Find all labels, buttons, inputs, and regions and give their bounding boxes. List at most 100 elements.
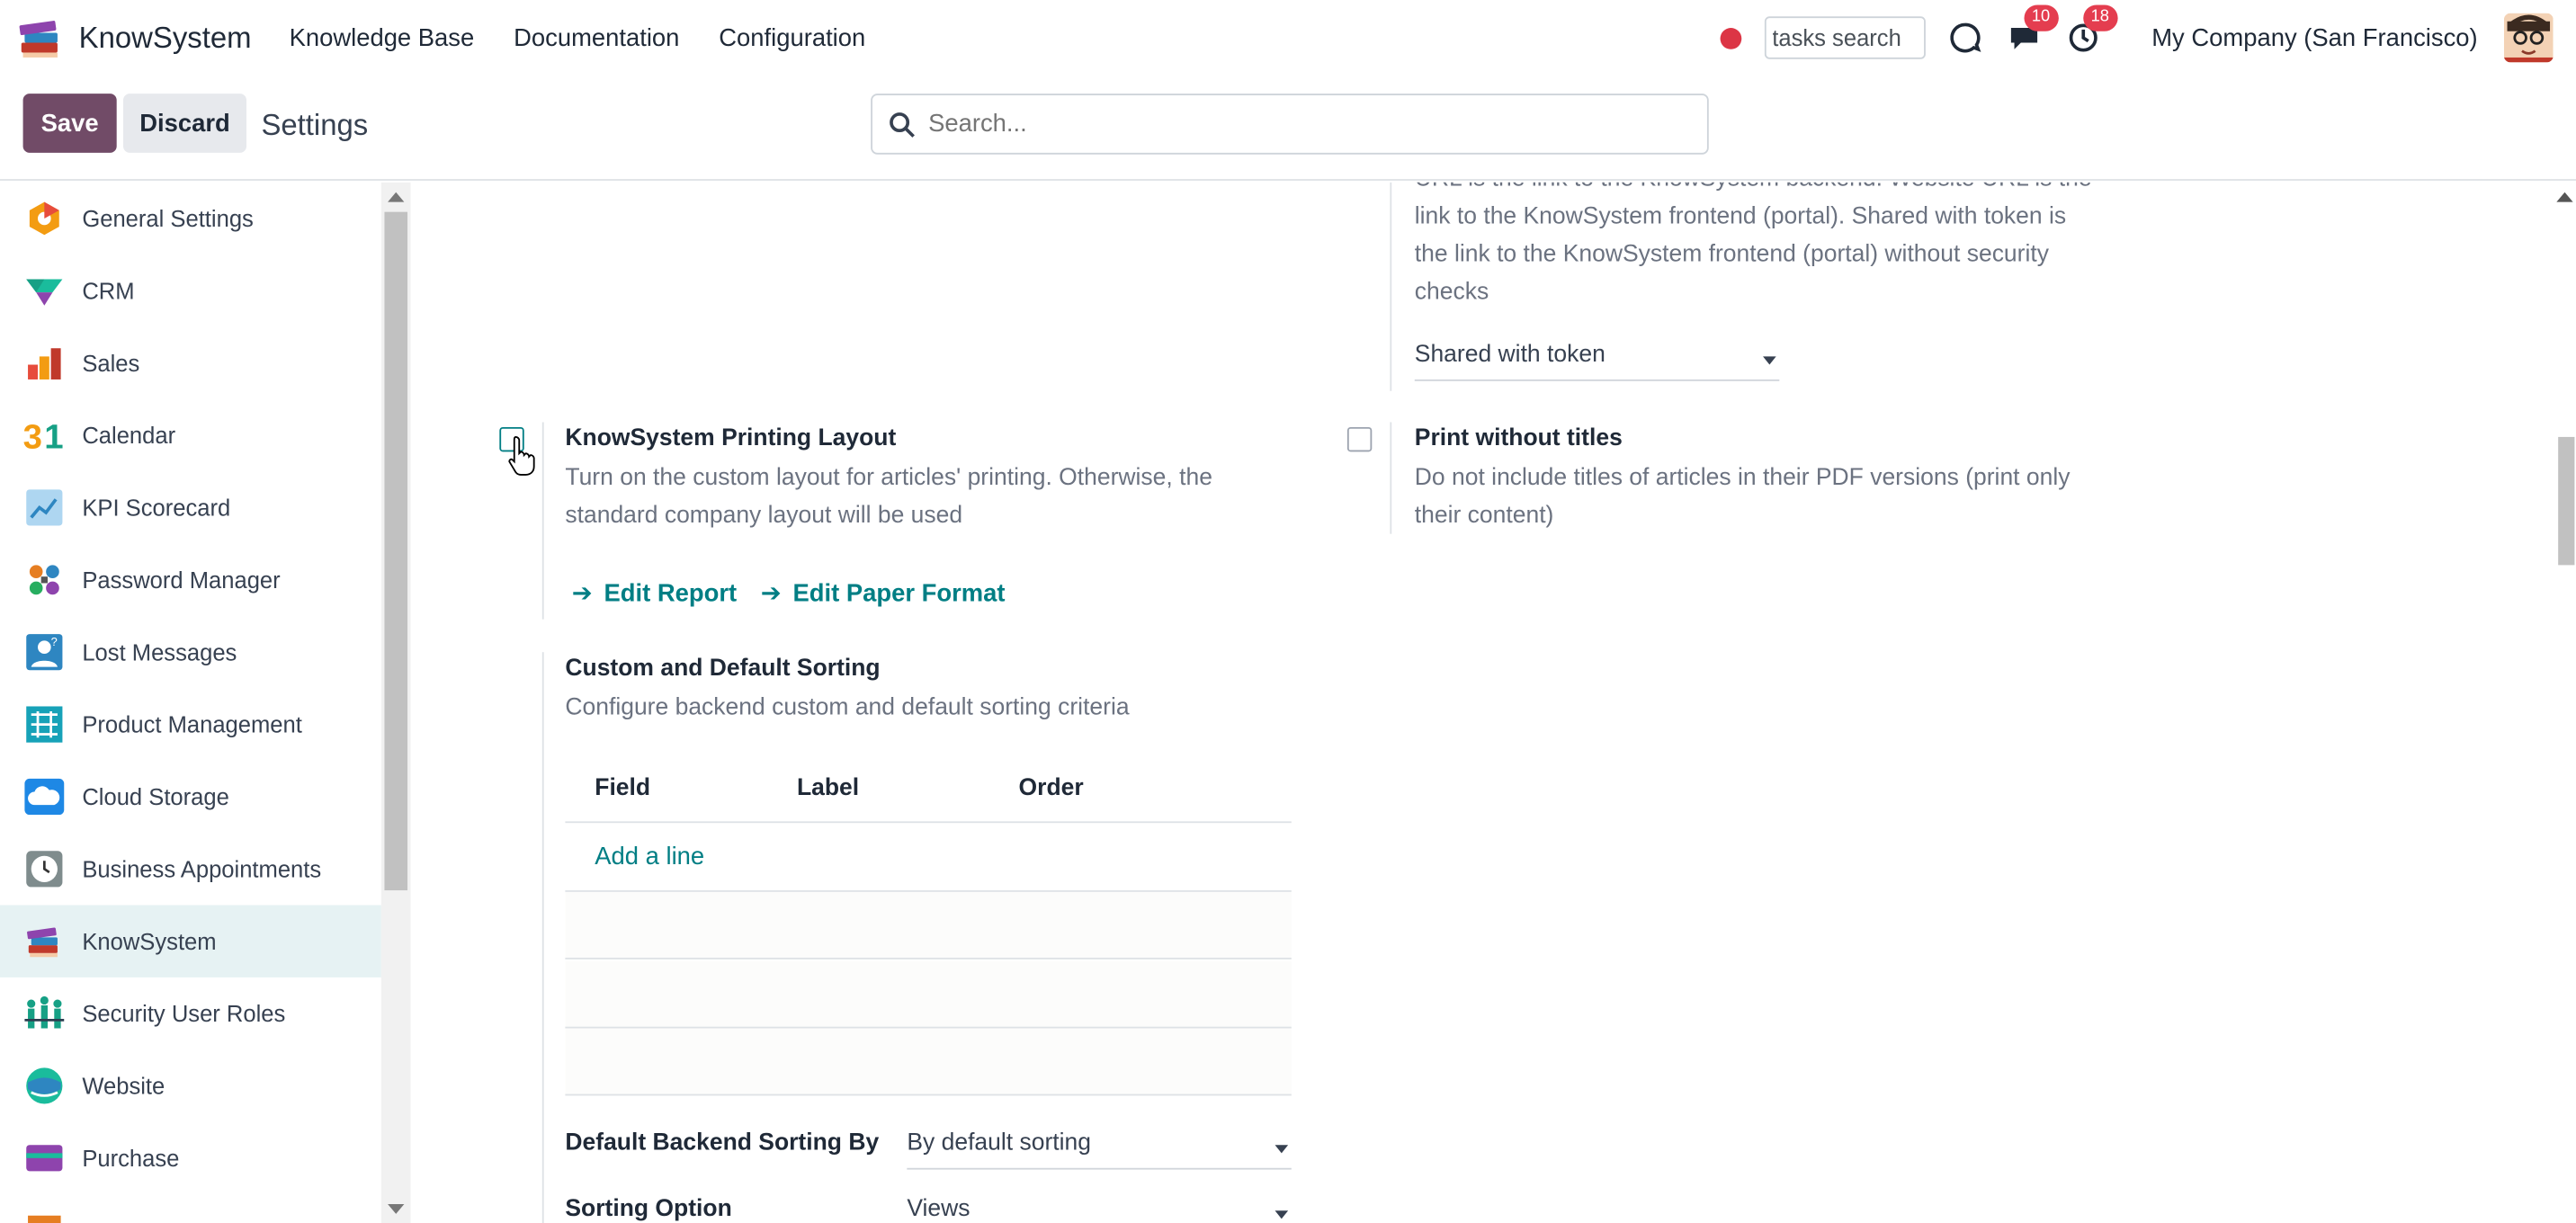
- sorting-option-select[interactable]: Views: [907, 1196, 1291, 1223]
- sidebar-item-label: KnowSystem: [82, 928, 217, 955]
- url-setting-description: URL is the link to the KnowSystem backen…: [1415, 183, 2138, 312]
- url-type-select[interactable]: Shared with token: [1414, 342, 1780, 381]
- sidebar-item-label: Cloud Storage: [82, 783, 229, 810]
- password-manager-icon: [23, 558, 66, 601]
- sidebar-item-label: Sales: [82, 350, 140, 377]
- control-panel: Save Discard Settings: [0, 76, 2576, 181]
- app-window: KnowSystem Knowledge Base Documentation …: [0, 0, 2576, 1223]
- inventory-icon: [23, 1209, 66, 1223]
- table-header-divider: [565, 821, 1292, 824]
- knowsystem-logo-icon: [19, 21, 58, 58]
- sidebar-item-password-manager[interactable]: Password Manager: [0, 544, 381, 616]
- app-name: KnowSystem: [78, 20, 252, 54]
- sorting-option-label: Sorting Option: [565, 1195, 732, 1223]
- sidebar-item-label: Purchase: [82, 1145, 180, 1172]
- print-without-titles-description: Do not include titles of articles in the…: [1415, 460, 2138, 535]
- sidebar-item-label: Website: [82, 1072, 165, 1100]
- sidebar-scrollbar[interactable]: [380, 182, 411, 1223]
- divider: [1390, 422, 1392, 534]
- sidebar-item-security-user-roles[interactable]: Security User Roles: [0, 978, 381, 1049]
- desc-line: Turn on the custom layout for articles' …: [565, 464, 1212, 492]
- company-switcher[interactable]: My Company (San Francisco): [2151, 23, 2477, 51]
- column-header-label[interactable]: Label: [797, 775, 859, 801]
- column-header-order[interactable]: Order: [1019, 775, 1084, 801]
- settings-search-box[interactable]: [871, 94, 1709, 155]
- sidebar-item-label: Lost Messages: [82, 638, 237, 665]
- sidebar-item-label: General Settings: [82, 205, 254, 232]
- discuss-icon[interactable]: [1945, 18, 1984, 58]
- sidebar-item-kpi-scorecard[interactable]: KPI Scorecard: [0, 471, 381, 543]
- svg-text:1: 1: [44, 418, 63, 453]
- sidebar-item-label: Business Appointments: [82, 855, 322, 882]
- discard-button[interactable]: Discard: [123, 94, 247, 153]
- add-line-label: Add a line: [595, 843, 705, 871]
- brand[interactable]: KnowSystem: [16, 13, 252, 63]
- sidebar-item-sales[interactable]: Sales: [0, 327, 381, 399]
- table-row: [565, 1028, 1292, 1096]
- calendar-icon: 31: [23, 414, 66, 456]
- desc-line: URL is the link to the KnowSystem backen…: [1415, 183, 2138, 199]
- recording-dot-icon[interactable]: [1719, 27, 1741, 49]
- sidebar-item-partial[interactable]: [0, 1194, 381, 1223]
- sidebar-item-product-management[interactable]: Product Management: [0, 688, 381, 760]
- sorting-description: Configure backend custom and default sor…: [565, 694, 1130, 721]
- crm-icon: [23, 270, 66, 312]
- activities-count-badge: 18: [2082, 4, 2118, 31]
- content-scroll-thumb[interactable]: [2558, 436, 2575, 566]
- menu-documentation[interactable]: Documentation: [514, 23, 679, 51]
- activities-clock-icon[interactable]: 18: [2063, 4, 2118, 58]
- sidebar-item-label: Security User Roles: [82, 1000, 286, 1027]
- sidebar-item-label: Product Management: [82, 710, 302, 738]
- default-sorting-label: Default Backend Sorting By: [565, 1129, 880, 1156]
- arrow-right-icon: ➔: [760, 579, 782, 608]
- arrow-right-icon: ➔: [571, 579, 593, 608]
- sidebar-item-crm[interactable]: CRM: [0, 254, 381, 326]
- menu-configuration[interactable]: Configuration: [719, 23, 865, 51]
- messages-count-badge: 10: [2023, 4, 2059, 31]
- menu-knowledge-base[interactable]: Knowledge Base: [290, 23, 475, 51]
- svg-text:3: 3: [23, 418, 42, 453]
- sidebar-item-calendar[interactable]: 31 Calendar: [0, 399, 381, 471]
- sidebar-item-lost-messages[interactable]: ? Lost Messages: [0, 616, 381, 688]
- chevron-down-icon: [1763, 356, 1776, 365]
- tasks-search-input[interactable]: [1764, 16, 1926, 59]
- user-avatar[interactable]: [2503, 13, 2554, 63]
- edit-report-label: Edit Report: [604, 578, 738, 607]
- table-row: [565, 891, 1292, 960]
- sidebar-scroll-thumb[interactable]: [384, 211, 408, 891]
- sidebar-item-cloud-storage[interactable]: Cloud Storage: [0, 761, 381, 833]
- messages-icon[interactable]: 10: [2004, 4, 2059, 58]
- sidebar-item-business-appointments[interactable]: Business Appointments: [0, 833, 381, 905]
- settings-search-input[interactable]: [928, 110, 1651, 138]
- page-title: Settings: [261, 108, 369, 142]
- sorting-title: Custom and Default Sorting: [565, 655, 881, 683]
- content-scrollbar[interactable]: [2553, 182, 2576, 1223]
- sidebar-item-website[interactable]: Website: [0, 1049, 381, 1121]
- sidebar-item-general-settings[interactable]: General Settings: [0, 183, 381, 254]
- scroll-up-arrow-icon[interactable]: [388, 192, 405, 202]
- print-without-titles-title: Print without titles: [1414, 425, 1623, 452]
- default-sorting-select[interactable]: By default sorting: [907, 1130, 1292, 1170]
- desc-line: their content): [1414, 502, 1554, 530]
- add-line-link[interactable]: Add a line: [595, 843, 704, 870]
- scroll-down-arrow-icon[interactable]: [388, 1203, 405, 1214]
- divider: [541, 652, 544, 1223]
- column-header-field[interactable]: Field: [595, 775, 650, 801]
- main-menu: Knowledge Base Documentation Configurati…: [290, 23, 906, 51]
- chevron-down-icon: [1275, 1210, 1289, 1219]
- sidebar-item-knowsystem[interactable]: KnowSystem: [0, 905, 381, 978]
- business-appointments-icon: [23, 848, 66, 890]
- general-settings-icon: [23, 197, 66, 239]
- purchase-icon: [23, 1137, 66, 1179]
- desc-line: checks: [1414, 279, 1489, 306]
- edit-report-link[interactable]: ➔ Edit Report: [572, 578, 737, 608]
- divider: [1390, 182, 1392, 391]
- settings-sidebar: General Settings CRM Sales 31 Calendar K…: [0, 182, 411, 1223]
- scroll-up-arrow-icon[interactable]: [2556, 192, 2573, 202]
- save-button[interactable]: Save: [22, 94, 117, 153]
- sidebar-item-purchase[interactable]: Purchase: [0, 1122, 381, 1194]
- edit-paper-format-link[interactable]: ➔ Edit Paper Format: [761, 578, 1006, 608]
- hand-cursor-icon: [508, 435, 535, 476]
- divider: [541, 422, 544, 620]
- print-without-titles-checkbox[interactable]: [1346, 426, 1373, 452]
